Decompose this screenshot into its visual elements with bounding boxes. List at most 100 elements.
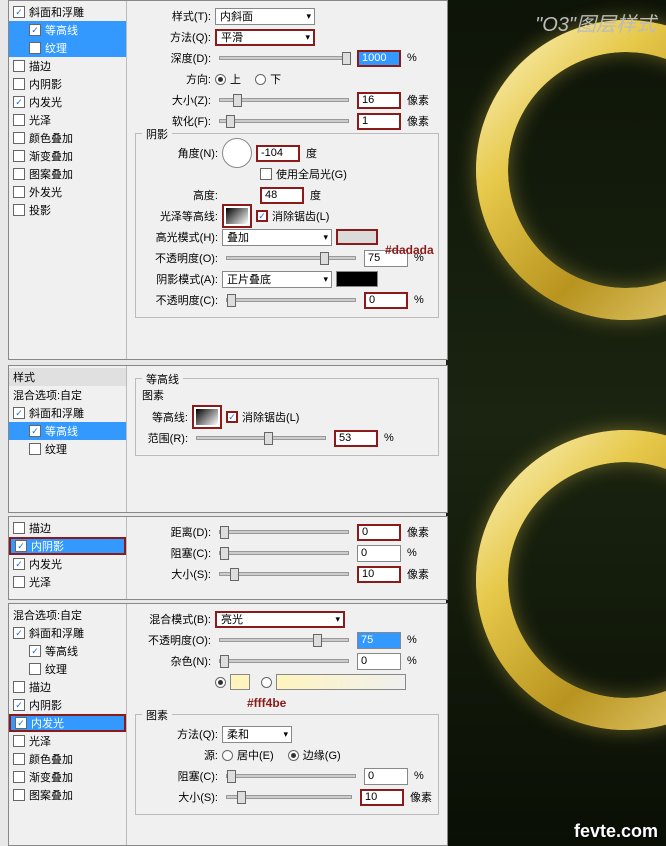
checkbox-icon[interactable] [13, 168, 25, 180]
sidebar-item-pattern-overlay[interactable]: 图案叠加 [9, 786, 126, 804]
checkbox-icon[interactable] [29, 42, 41, 54]
checkbox-icon[interactable] [13, 789, 25, 801]
checkbox-icon[interactable] [13, 78, 25, 90]
altitude-input[interactable]: 48 [260, 187, 304, 204]
sidebar-item-inner-glow[interactable]: 内发光 [9, 93, 126, 111]
sidebar-item-texture[interactable]: 纹理 [9, 440, 126, 458]
antialias-checkbox[interactable] [256, 210, 268, 222]
sidebar-item-inner-shadow[interactable]: 内阴影 [9, 696, 126, 714]
direction-up-radio[interactable] [215, 74, 226, 85]
method-dropdown[interactable]: 柔和 [222, 726, 292, 743]
checkbox-icon[interactable] [13, 132, 25, 144]
angle-input[interactable]: -104 [256, 145, 300, 162]
angle-dial[interactable] [222, 138, 252, 168]
sidebar-item-stroke[interactable]: 描边 [9, 678, 126, 696]
checkbox-icon[interactable] [13, 681, 25, 693]
gradient-picker[interactable] [276, 674, 406, 690]
opacity2-slider[interactable] [226, 298, 356, 302]
checkbox-icon[interactable] [13, 186, 25, 198]
noise-input[interactable]: 0 [357, 653, 401, 670]
sidebar-item-stroke[interactable]: 描边 [9, 519, 126, 537]
sidebar-item-satin[interactable]: 光泽 [9, 573, 126, 591]
antialias-checkbox[interactable] [226, 411, 238, 423]
shadow-color-swatch[interactable] [336, 271, 378, 287]
sidebar-item-gradient-overlay[interactable]: 渐变叠加 [9, 768, 126, 786]
sidebar-item-color-overlay[interactable]: 颜色叠加 [9, 750, 126, 768]
checkbox-icon[interactable] [13, 699, 25, 711]
gradient-radio[interactable] [261, 677, 272, 688]
opacity-slider[interactable] [219, 638, 349, 642]
distance-input[interactable]: 0 [357, 524, 401, 541]
checkbox-icon[interactable] [29, 645, 41, 657]
choke-slider[interactable] [226, 774, 356, 778]
global-light-checkbox[interactable] [260, 168, 272, 180]
checkbox-icon[interactable] [13, 150, 25, 162]
sidebar-item-inner-glow[interactable]: 内发光 [9, 714, 126, 732]
checkbox-icon[interactable] [29, 663, 41, 675]
shadow-mode-dropdown[interactable]: 正片叠底 [222, 271, 332, 288]
checkbox-icon[interactable] [15, 717, 27, 729]
checkbox-icon[interactable] [13, 114, 25, 126]
checkbox-icon[interactable] [13, 753, 25, 765]
sidebar-blend-options[interactable]: 混合选项:自定 [9, 386, 126, 404]
sidebar-item-gradient-overlay[interactable]: 渐变叠加 [9, 147, 126, 165]
sidebar-item-contour[interactable]: 等高线 [9, 642, 126, 660]
checkbox-icon[interactable] [13, 522, 25, 534]
sidebar-item-inner-shadow[interactable]: 内阴影 [9, 75, 126, 93]
opacity-input[interactable]: 75 [357, 632, 401, 649]
checkbox-icon[interactable] [15, 540, 27, 552]
sidebar-item-texture[interactable]: 纹理 [9, 660, 126, 678]
size-input[interactable]: 16 [357, 92, 401, 109]
center-radio[interactable] [222, 750, 233, 761]
checkbox-icon[interactable] [29, 425, 41, 437]
size-input[interactable]: 10 [357, 566, 401, 583]
sidebar-item-contour[interactable]: 等高线 [9, 422, 126, 440]
soften-slider[interactable] [219, 119, 349, 123]
checkbox-icon[interactable] [13, 407, 25, 419]
checkbox-icon[interactable] [13, 96, 25, 108]
sidebar-item-bevel[interactable]: 斜面和浮雕 [9, 624, 126, 642]
choke-slider[interactable] [219, 551, 349, 555]
gloss-contour-picker[interactable] [222, 204, 252, 228]
sidebar-item-inner-shadow[interactable]: 内阴影 [9, 537, 126, 555]
checkbox-icon[interactable] [29, 24, 41, 36]
color-radio[interactable] [215, 677, 226, 688]
checkbox-icon[interactable] [13, 627, 25, 639]
sidebar-blend-options[interactable]: 混合选项:自定 [9, 606, 126, 624]
checkbox-icon[interactable] [13, 204, 25, 216]
depth-input[interactable]: 1000 [357, 50, 401, 67]
range-input[interactable]: 53 [334, 430, 378, 447]
checkbox-icon[interactable] [13, 771, 25, 783]
size-slider[interactable] [219, 98, 349, 102]
checkbox-icon[interactable] [13, 735, 25, 747]
opacity2-input[interactable]: 0 [364, 292, 408, 309]
range-slider[interactable] [196, 436, 326, 440]
sidebar-item-outer-glow[interactable]: 外发光 [9, 183, 126, 201]
blend-mode-dropdown[interactable]: 亮光 [215, 611, 345, 628]
edge-radio[interactable] [288, 750, 299, 761]
sidebar-item-satin[interactable]: 光泽 [9, 111, 126, 129]
direction-down-radio[interactable] [255, 74, 266, 85]
glow-color-swatch[interactable] [230, 674, 250, 690]
noise-slider[interactable] [219, 659, 349, 663]
size-slider[interactable] [226, 795, 352, 799]
opacity1-slider[interactable] [226, 256, 356, 260]
distance-slider[interactable] [219, 530, 349, 534]
choke-input[interactable]: 0 [357, 545, 401, 562]
sidebar-item-inner-glow[interactable]: 内发光 [9, 555, 126, 573]
method-dropdown[interactable]: 平滑 [215, 29, 315, 46]
checkbox-icon[interactable] [13, 6, 25, 18]
soften-input[interactable]: 1 [357, 113, 401, 130]
size-slider[interactable] [219, 572, 349, 576]
checkbox-icon[interactable] [29, 443, 41, 455]
sidebar-item-pattern-overlay[interactable]: 图案叠加 [9, 165, 126, 183]
size-input[interactable]: 10 [360, 789, 404, 806]
depth-slider[interactable] [219, 56, 349, 60]
checkbox-icon[interactable] [13, 558, 25, 570]
style-dropdown[interactable]: 内斜面 [215, 8, 315, 25]
sidebar-header[interactable]: 样式 [9, 368, 126, 386]
choke-input[interactable]: 0 [364, 768, 408, 785]
sidebar-item-texture[interactable]: 纹理 [9, 39, 126, 57]
checkbox-icon[interactable] [13, 576, 25, 588]
sidebar-item-color-overlay[interactable]: 颜色叠加 [9, 129, 126, 147]
